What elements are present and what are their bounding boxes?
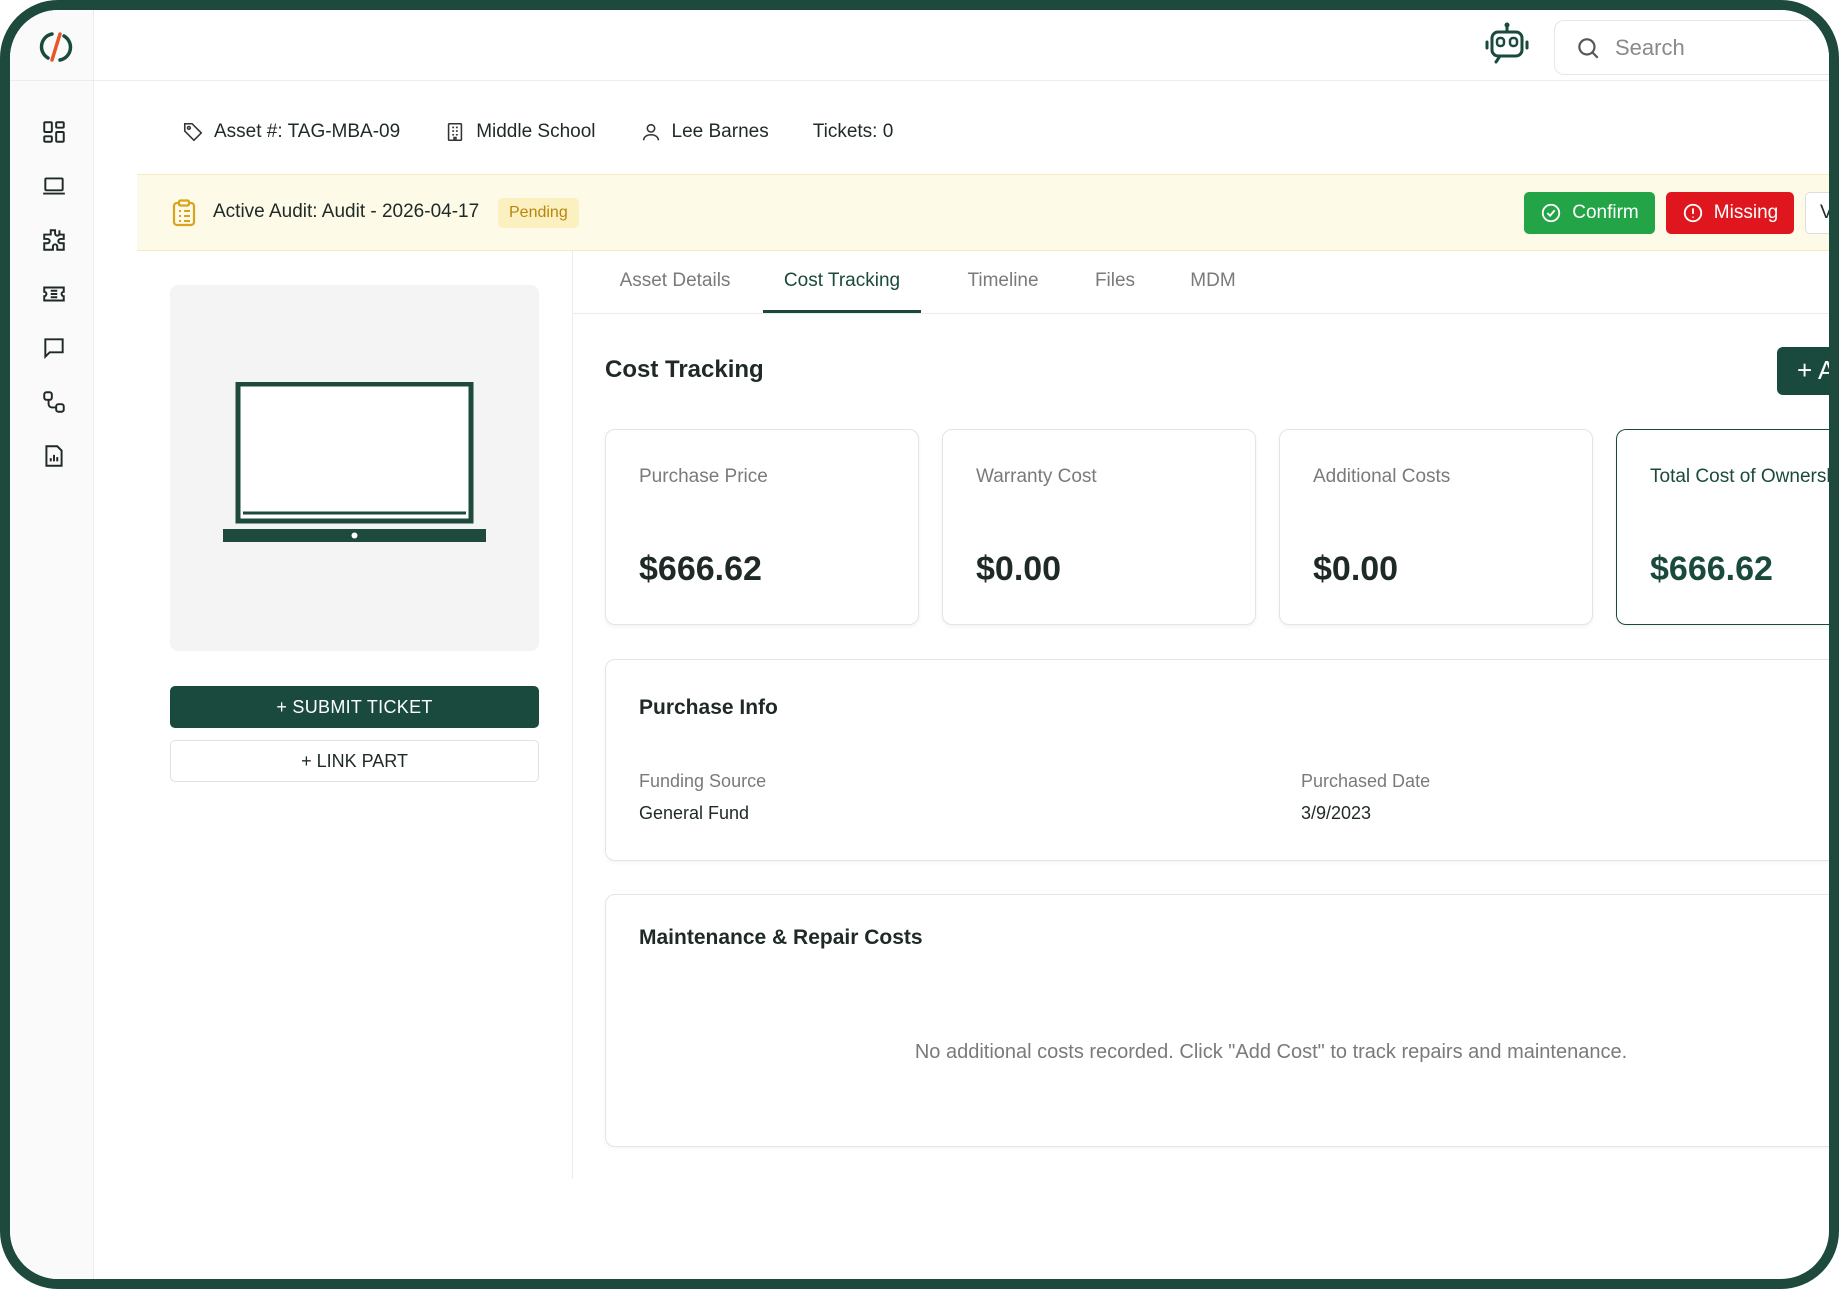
panel-divider	[572, 251, 573, 1179]
ticket-icon[interactable]	[40, 280, 68, 308]
additional-costs-card: Additional Costs $0.00	[1279, 429, 1593, 625]
asset-tickets-text: Tickets: 0	[812, 121, 894, 142]
app-logo[interactable]	[38, 28, 74, 66]
purchased-date-label: Purchased Date	[1301, 771, 1431, 791]
card-label: Additional Costs	[1313, 466, 1451, 487]
asset-assignee-text: Lee Barnes	[671, 121, 769, 142]
report-icon[interactable]	[40, 442, 68, 470]
sidebar-divider	[10, 80, 94, 81]
chat-icon[interactable]	[40, 334, 68, 362]
total-cost-card: Total Cost of Ownershi $666.62	[1616, 429, 1839, 625]
card-label: Warranty Cost	[976, 466, 1097, 487]
view-button[interactable]: Vi	[1805, 192, 1829, 234]
user-icon	[642, 123, 659, 141]
check-circle-icon	[1542, 203, 1561, 223]
puzzle-icon[interactable]	[40, 226, 68, 254]
confirm-button[interactable]: Confirm	[1524, 192, 1655, 234]
audit-banner: Active Audit: Audit - 2026-04-17 Pending…	[137, 174, 1829, 251]
add-cost-button[interactable]: + A	[1777, 347, 1829, 395]
asset-meta-row: Asset #: TAG-MBA-09 Middle School Lee Ba…	[182, 121, 893, 143]
panel-title: Maintenance & Repair Costs	[639, 926, 923, 949]
search-input[interactable]: Search	[1554, 20, 1829, 75]
tag-icon	[183, 122, 203, 142]
device-frame: Search Asset #: TAG-MBA-09 Middle School…	[0, 0, 1839, 1289]
tab-cost-tracking[interactable]: Cost Tracking	[763, 251, 921, 313]
top-bar: Search	[94, 10, 1829, 81]
app-screen: Search Asset #: TAG-MBA-09 Middle School…	[10, 10, 1829, 1279]
maintenance-panel: Maintenance & Repair Costs No additional…	[605, 894, 1829, 1147]
submit-ticket-button[interactable]: + SUBMIT TICKET	[170, 686, 539, 728]
clipboard-icon	[172, 199, 196, 227]
tab-asset-details[interactable]: Asset Details	[605, 251, 745, 313]
tab-timeline[interactable]: Timeline	[941, 251, 1065, 313]
tab-mdm[interactable]: MDM	[1163, 251, 1263, 313]
laptop-icon[interactable]	[40, 172, 68, 200]
asset-tickets: Tickets: 0	[813, 121, 894, 143]
tab-bar: Asset Details Cost Tracking Timeline Fil…	[573, 251, 1829, 314]
sidebar	[10, 10, 94, 1279]
card-label: Purchase Price	[639, 466, 768, 487]
card-value: $666.62	[639, 550, 762, 588]
funding-source-label: Funding Source	[639, 771, 767, 791]
asset-assignee[interactable]: Lee Barnes	[640, 121, 769, 143]
asset-image	[170, 285, 539, 651]
purchase-price-card: Purchase Price $666.62	[605, 429, 919, 625]
link-part-button[interactable]: + LINK PART	[170, 740, 539, 782]
workflow-icon[interactable]	[40, 388, 68, 416]
audit-text: Active Audit: Audit - 2026-04-17	[213, 201, 480, 222]
asset-location-text: Middle School	[476, 121, 596, 142]
card-value: $666.62	[1650, 550, 1773, 588]
missing-button-label: Missing	[1713, 202, 1779, 223]
status-badge: Pending	[498, 198, 579, 228]
alert-circle-icon	[1683, 203, 1702, 223]
asset-number-text: Asset #: TAG-MBA-09	[214, 121, 401, 142]
purchased-date-value: 3/9/2023	[1301, 803, 1372, 823]
funding-source-value: General Fund	[639, 803, 750, 823]
card-label: Total Cost of Ownershi	[1650, 466, 1839, 487]
search-icon	[1578, 37, 1599, 59]
warranty-cost-card: Warranty Cost $0.00	[942, 429, 1256, 625]
laptop-illustration	[223, 382, 486, 542]
panel-title: Purchase Info	[639, 696, 778, 719]
section-title: Cost Tracking	[605, 356, 764, 383]
search-placeholder: Search	[1615, 34, 1685, 60]
empty-state-message: No additional costs recorded. Click "Add…	[914, 1041, 1628, 1063]
card-value: $0.00	[976, 550, 1062, 588]
building-icon	[447, 122, 463, 142]
asset-number: Asset #: TAG-MBA-09	[182, 121, 400, 143]
missing-button[interactable]: Missing	[1666, 192, 1794, 234]
tab-files[interactable]: Files	[1069, 251, 1161, 313]
asset-location: Middle School	[444, 121, 596, 143]
confirm-button-label: Confirm	[1572, 202, 1639, 223]
dashboard-icon[interactable]	[40, 118, 68, 146]
assistant-bot-icon[interactable]	[1482, 20, 1532, 66]
card-value: $0.00	[1313, 550, 1399, 588]
purchase-info-panel: Purchase Info Funding Source General Fun…	[605, 659, 1829, 861]
